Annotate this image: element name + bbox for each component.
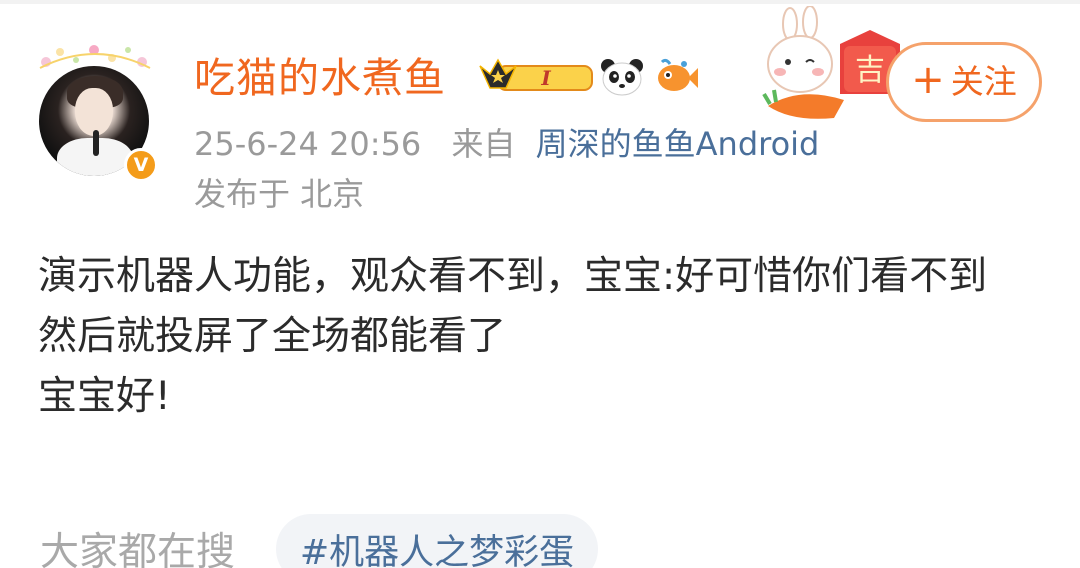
level-badge-text: I: [540, 66, 551, 90]
author-avatar[interactable]: V: [34, 45, 158, 182]
post-meta: 25-6-24 20:56 来自 周深的鱼鱼Android: [194, 122, 819, 166]
plus-icon: +: [911, 57, 945, 103]
trending-hashtag-chip[interactable]: #机器人之梦彩蛋: [276, 514, 598, 568]
post-source-link[interactable]: 周深的鱼鱼Android: [536, 125, 820, 163]
verified-icon: V: [124, 148, 158, 182]
source-prefix: 来自: [451, 125, 516, 163]
top-divider: [0, 0, 1080, 4]
follow-label: 关注: [950, 62, 1017, 101]
post-content: 演示机器人功能，观众看不到，宝宝:好可惜你们看不到 然后就投屏了全场都能看了 宝…: [38, 247, 1048, 427]
ji-decor-text: 吉: [855, 53, 885, 88]
post-line: 演示机器人功能，观众看不到，宝宝:好可惜你们看不到: [38, 254, 988, 299]
panda-icon: [601, 59, 643, 96]
fish-icon: [658, 58, 698, 91]
trending-search-label: 大家都在搜: [40, 530, 236, 568]
post-time: 25-6-24 20:56: [194, 125, 422, 163]
follow-button[interactable]: + 关注: [886, 42, 1042, 122]
post-location: 发布于 北京: [194, 175, 365, 213]
post-line: 然后就投屏了全场都能看了: [38, 314, 507, 359]
author-name[interactable]: 吃猫的水煮鱼: [194, 50, 446, 106]
crown-level-icon: I: [479, 58, 593, 91]
post-line: 宝宝好!: [38, 374, 171, 419]
